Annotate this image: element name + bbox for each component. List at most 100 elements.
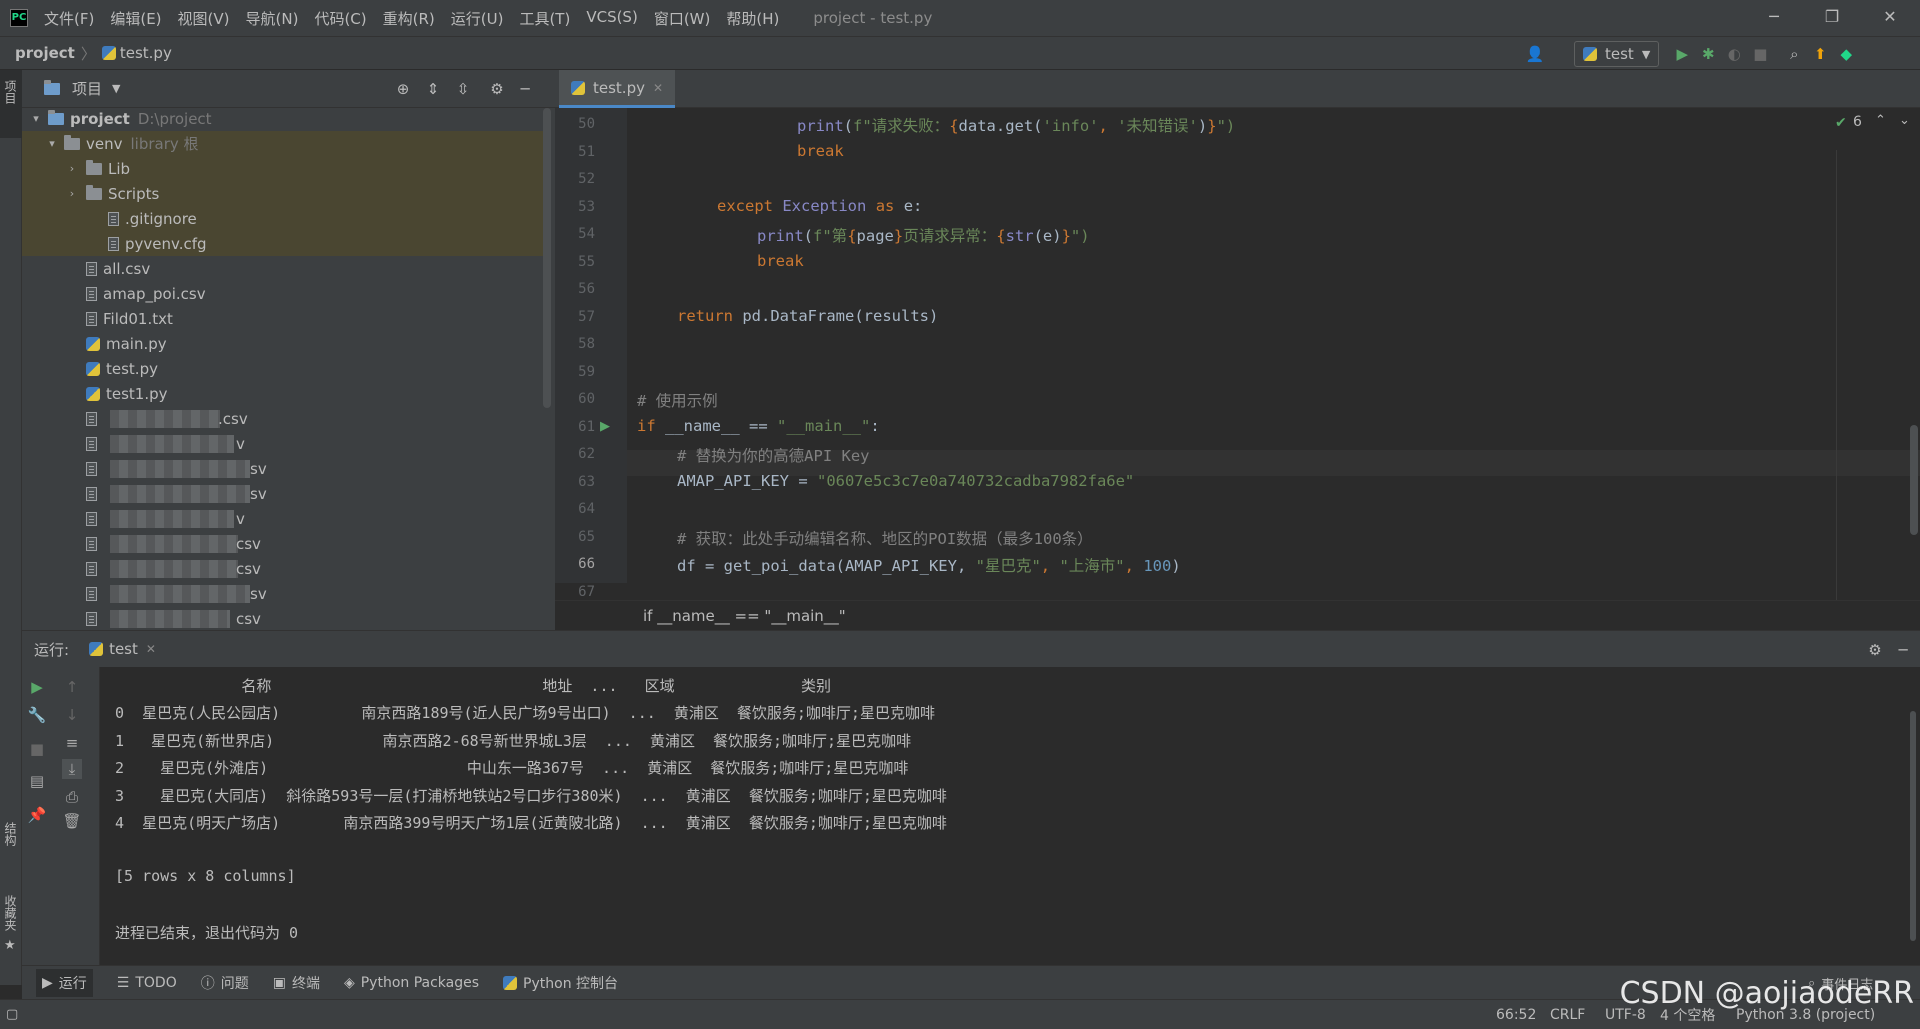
project-scrollbar[interactable] — [543, 108, 551, 408]
editor-breadcrumb[interactable]: if __name__ == "__main__" — [643, 607, 846, 625]
menu-window[interactable]: 窗口(W) — [654, 8, 711, 29]
code-line-63[interactable]: AMAP_API_KEY = "0607e5c3c7e0a740732cadba… — [677, 472, 1134, 490]
cursor-position[interactable]: 66:52 — [1496, 1007, 1536, 1023]
menu-vcs[interactable]: VCS(S) — [586, 8, 637, 29]
code-line-62[interactable]: # 替换为你的高德API Key — [677, 444, 870, 466]
code-line-65[interactable]: # 获取：此处手动编辑名称、地区的POI数据（最多100条） — [677, 527, 1093, 549]
debug-icon[interactable]: ✱ — [1695, 41, 1721, 67]
layout-icon[interactable]: ▤ — [27, 771, 47, 791]
tree-item-blurred[interactable]: sv — [22, 581, 545, 606]
collapse-all-icon[interactable]: ⇳ — [450, 76, 476, 102]
coverage-icon[interactable]: ◐ — [1721, 41, 1747, 67]
chevron-down-icon[interactable]: ⌄ — [1899, 113, 1910, 128]
tree-item-pyvenv[interactable]: pyvenv.cfg — [22, 231, 545, 256]
tree-item-scripts[interactable]: › Scripts — [22, 181, 545, 206]
restore-button[interactable]: ❐ — [1804, 0, 1860, 36]
breadcrumb-file[interactable]: test.py — [120, 44, 172, 62]
tree-item-venv[interactable]: ▾ venv library 根 — [22, 131, 545, 156]
print-icon[interactable]: ⎙ — [62, 787, 82, 807]
code-line-53[interactable]: except Exception as e: — [717, 197, 922, 215]
tab-problems[interactable]: ⓘ 问题 — [201, 973, 249, 993]
update-icon[interactable]: ⬆ — [1807, 41, 1833, 67]
tree-item-blurred[interactable]: csv — [22, 531, 545, 556]
menu-navigate[interactable]: 导航(N) — [246, 8, 299, 29]
close-tab-icon[interactable]: ✕ — [653, 81, 663, 95]
tree-item-gitignore[interactable]: .gitignore — [22, 206, 545, 231]
menu-tools[interactable]: 工具(T) — [519, 8, 570, 29]
code-line-51[interactable]: break — [797, 142, 844, 160]
code-line-55[interactable]: break — [757, 252, 804, 270]
run-gutter-icon[interactable]: ▶ — [600, 419, 610, 434]
tree-item-blurred[interactable]: .csv — [22, 406, 545, 431]
menu-view[interactable]: 视图(V) — [178, 8, 230, 29]
menu-help[interactable]: 帮助(H) — [726, 8, 779, 29]
tree-item-lib[interactable]: › Lib — [22, 156, 545, 181]
expand-all-icon[interactable]: ⇕ — [420, 76, 446, 102]
tree-item-blurred[interactable]: sv — [22, 481, 545, 506]
tab-python-packages[interactable]: ◈ Python Packages — [344, 975, 479, 991]
tree-item-blurred[interactable]: csv — [22, 606, 545, 631]
search-icon[interactable]: ⌕ — [1781, 41, 1807, 67]
run-tab-label[interactable]: test — [109, 640, 138, 658]
editor-scrollbar[interactable] — [1910, 425, 1918, 535]
tab-python-console[interactable]: Python 控制台 — [503, 973, 618, 993]
hide-icon[interactable]: ─ — [512, 76, 538, 102]
panel-toggle-icon[interactable]: ▢ — [6, 1007, 18, 1022]
rerun-icon[interactable]: ▶ — [27, 677, 47, 697]
tree-item-file[interactable]: all.csv — [22, 256, 545, 281]
tree-item-blurred[interactable]: sv — [22, 456, 545, 481]
menu-run[interactable]: 运行(U) — [451, 8, 504, 29]
tree-item-blurred[interactable]: v — [22, 431, 545, 456]
chevron-down-icon[interactable]: ▼ — [112, 82, 120, 95]
hide-icon[interactable]: ─ — [1890, 637, 1916, 663]
code-line-54[interactable]: print(f"第{page}页请求异常：{str(e)}") — [757, 224, 1090, 246]
wrench-icon[interactable]: 🔧 — [27, 705, 47, 725]
code-line-50[interactable]: print(f"请求失败：{data.get('info', '未知错误')}"… — [797, 114, 1235, 136]
gear-icon[interactable]: ⚙ — [484, 76, 510, 102]
editor-tab[interactable]: test.py ✕ — [559, 70, 676, 108]
tree-item-file[interactable]: main.py — [22, 331, 545, 356]
stop-icon[interactable]: ■ — [1747, 41, 1773, 67]
code-line-60[interactable]: # 使用示例 — [637, 389, 718, 411]
tree-item-blurred[interactable]: csv — [22, 556, 545, 581]
gear-icon[interactable]: ⚙ — [1862, 637, 1888, 663]
tab-run[interactable]: ▶ 运行 — [36, 968, 93, 997]
line-separator[interactable]: CRLF — [1550, 1007, 1585, 1023]
code-line-57[interactable]: return pd.DataFrame(results) — [677, 307, 938, 325]
project-panel-title[interactable]: 项目 — [72, 78, 102, 99]
tree-item-file[interactable]: test1.py — [22, 381, 545, 406]
structure-strip-label[interactable]: 结构 — [2, 822, 19, 846]
stop-icon[interactable]: ■ — [27, 739, 47, 759]
close-tab-icon[interactable]: ✕ — [146, 642, 156, 656]
chevron-up-icon[interactable]: ⌃ — [1875, 113, 1886, 128]
tab-terminal[interactable]: ▣ 终端 — [273, 973, 320, 993]
console-scrollbar[interactable] — [1910, 711, 1916, 941]
run-icon[interactable]: ▶ — [1669, 41, 1695, 67]
soft-wrap-icon[interactable]: ≡ — [62, 733, 82, 753]
tree-item-file[interactable]: amap_poi.csv — [22, 281, 545, 306]
run-config-selector[interactable]: test ▼ — [1574, 41, 1660, 67]
user-icon[interactable]: 👤 — [1522, 41, 1548, 67]
menu-edit[interactable]: 编辑(E) — [110, 8, 161, 29]
scroll-to-end-icon[interactable]: ⤓ — [62, 759, 82, 779]
close-window-button[interactable]: ✕ — [1862, 0, 1918, 36]
minimize-button[interactable]: ─ — [1746, 0, 1802, 36]
tree-item-file[interactable]: Fild01.txt — [22, 306, 545, 331]
inspection-check-icon[interactable]: ✔ — [1835, 115, 1847, 131]
code-line-66[interactable]: df = get_poi_data(AMAP_API_KEY, "星巴克", "… — [677, 554, 1181, 576]
favorites-strip-label[interactable]: 收藏夹 — [2, 895, 19, 931]
arrow-up-icon[interactable]: ↑ — [62, 677, 82, 697]
plugin-icon[interactable]: ◆ — [1833, 41, 1859, 67]
arrow-down-icon[interactable]: ↓ — [62, 705, 82, 725]
tree-item-file[interactable]: test.py — [22, 356, 545, 381]
locate-icon[interactable]: ⊕ — [390, 76, 416, 102]
pin-icon[interactable]: 📌 — [27, 805, 47, 825]
menu-code[interactable]: 代码(C) — [314, 8, 366, 29]
breadcrumb-project[interactable]: project — [15, 44, 75, 62]
project-toolwindow-button[interactable]: 项目 — [0, 70, 22, 138]
tree-root[interactable]: ▾ project D:\project — [22, 106, 545, 131]
tab-todo[interactable]: ☰ TODO — [117, 975, 177, 991]
tree-item-blurred[interactable]: v — [22, 506, 545, 531]
trash-icon[interactable]: 🗑 — [62, 811, 82, 831]
inspection-count[interactable]: 6 — [1853, 114, 1862, 130]
